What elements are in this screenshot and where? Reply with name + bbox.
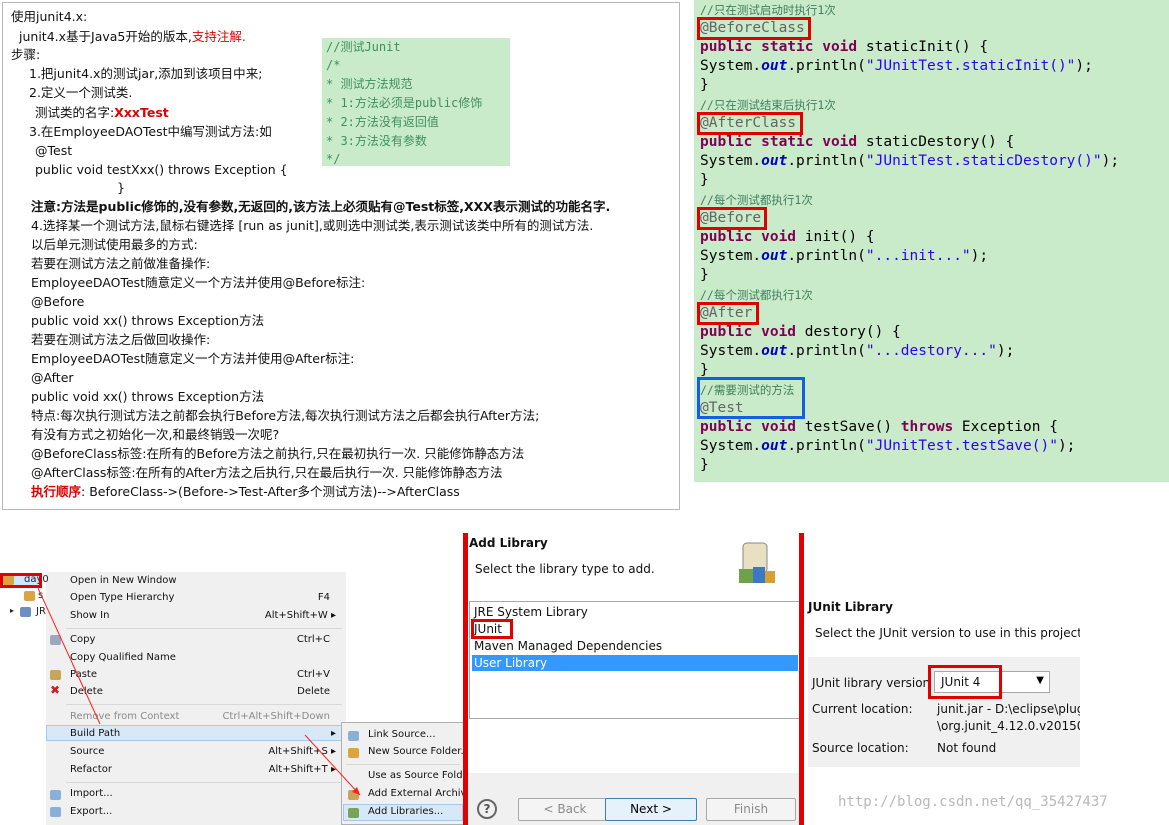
- code-line: System.out.println("JUnitTest.testSave()…: [700, 438, 1076, 454]
- code-line: }: [700, 457, 709, 473]
- arrow-line: [304, 734, 361, 796]
- current-location-value-2: \org.junit_4.12.0.v201504: [937, 719, 1093, 733]
- current-location-value: junit.jar - D:\eclipse\plug: [937, 702, 1085, 716]
- code-line: System.out.println("...destory...");: [700, 343, 1015, 359]
- code-line: }: [700, 172, 709, 188]
- junit-version-label: JUnit library version: [812, 676, 931, 690]
- red-border-left: [463, 533, 468, 825]
- library-type-list: JRE System Library JUnit Maven Managed D…: [469, 601, 801, 719]
- highlight-afterclass: [697, 112, 803, 135]
- book-yellow: [765, 571, 775, 583]
- dialog-title: Add Library: [469, 536, 548, 550]
- code-line: }: [700, 77, 709, 93]
- highlight-after: [697, 302, 759, 325]
- code-editor: //只在测试启动时执行1次 @BeforeClass public static…: [694, 0, 1169, 482]
- code-line: public void destory() {: [700, 324, 901, 340]
- source-location-value: Not found: [937, 741, 997, 755]
- library-item-maven[interactable]: Maven Managed Dependencies: [472, 638, 798, 654]
- library-item-jre[interactable]: JRE System Library: [472, 604, 798, 620]
- library-books-icon: [737, 539, 777, 587]
- code-line: public void init() {: [700, 229, 875, 245]
- help-icon[interactable]: ?: [477, 799, 497, 819]
- library-books-graphic: [739, 542, 775, 583]
- code-line: public static void staticInit() {: [700, 39, 989, 55]
- panel-clip: [1080, 595, 1169, 767]
- book-green: [739, 569, 753, 583]
- book-blue: [753, 567, 765, 583]
- code-line: }: [700, 267, 709, 283]
- finish-button[interactable]: Finish: [706, 798, 796, 821]
- junit-subtitle: Select the JUnit version to use in this …: [815, 626, 1086, 640]
- code-line: public static void staticDestory() {: [700, 134, 1015, 150]
- highlight-beforeclass: [697, 17, 811, 40]
- next-button[interactable]: Next >: [605, 798, 697, 821]
- red-border-right: [799, 533, 804, 825]
- highlight-test: [697, 377, 805, 419]
- dialog-subtitle: Select the library type to add.: [475, 562, 655, 576]
- source-location-label: Source location:: [812, 741, 909, 755]
- watermark: http://blog.csdn.net/qq_35427437: [838, 794, 1108, 810]
- add-library-dialog: Add Library Select the library type to a…: [465, 533, 803, 825]
- current-location-label: Current location:: [812, 702, 913, 716]
- library-item-junit[interactable]: JUnit: [472, 621, 798, 637]
- junit-title: JUnit Library: [808, 600, 893, 614]
- code-line: public void testSave() throws Exception …: [700, 419, 1058, 435]
- code-line: System.out.println("...init...");: [700, 248, 989, 264]
- highlight-junit: [471, 619, 513, 639]
- code-line: System.out.println("JUnitTest.staticInit…: [700, 58, 1093, 74]
- code-line: System.out.println("JUnitTest.staticDest…: [700, 153, 1120, 169]
- arrow-line: [37, 587, 101, 725]
- highlight-junit-version: [928, 665, 1002, 699]
- library-item-user[interactable]: User Library: [472, 655, 798, 671]
- back-button[interactable]: < Back: [518, 798, 612, 821]
- annotation-arrows: [37, 587, 361, 796]
- dialog-button-bar: ? < Back Next > Finish: [465, 773, 803, 825]
- chevron-down-icon: ▼: [1036, 675, 1044, 686]
- junit-library-panel: JUnit Library Select the JUnit version t…: [808, 595, 1092, 767]
- highlight-before: [697, 207, 767, 230]
